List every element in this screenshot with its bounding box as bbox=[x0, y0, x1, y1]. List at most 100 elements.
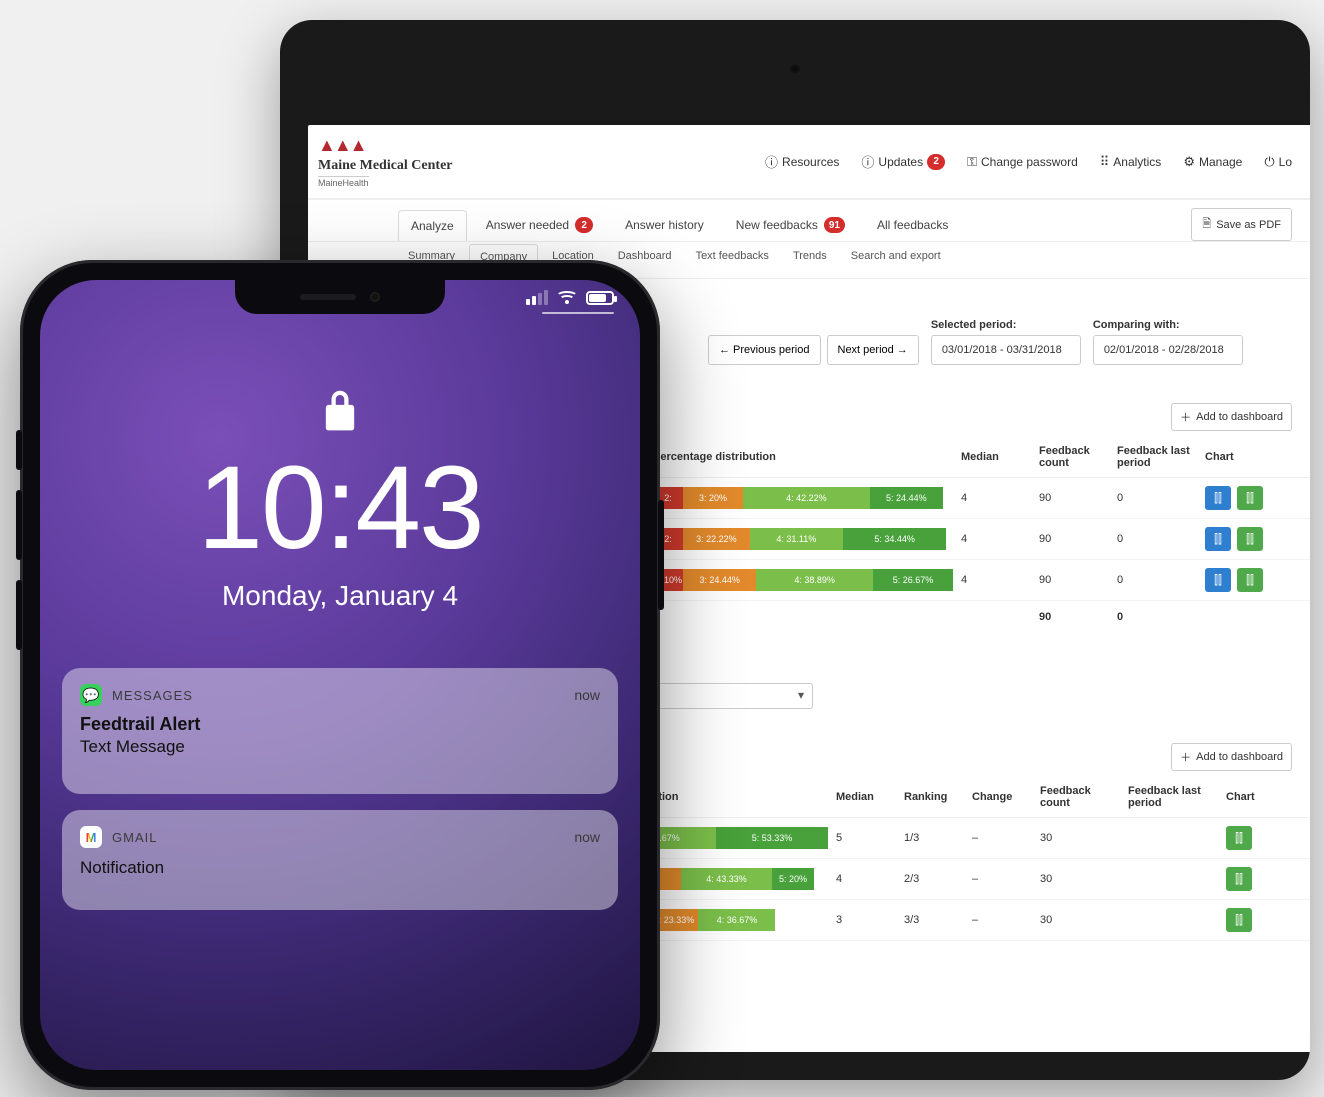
cell-change: – bbox=[972, 873, 1032, 885]
nav-updates-label: Updates bbox=[878, 155, 923, 169]
nav-manage-label: Manage bbox=[1199, 155, 1242, 169]
distribution-bar: 2:3: 22.22%4: 31.11%5: 34.44% bbox=[653, 528, 953, 550]
selected-period-label: Selected period: bbox=[931, 319, 1081, 331]
subtab-trends[interactable]: Trends bbox=[783, 244, 837, 270]
notification-app-name: GMAIL bbox=[112, 830, 157, 845]
period-nav: ← Previous period Next period → bbox=[708, 335, 919, 365]
new-feedbacks-badge: 91 bbox=[824, 217, 845, 233]
gear-icon: ⚙ bbox=[1183, 154, 1195, 170]
cell-feedback-last: 0 bbox=[1117, 574, 1197, 586]
cell-feedback-count: 90 bbox=[1039, 492, 1109, 504]
distribution-bar: 2: 10%3: 24.44%4: 38.89%5: 26.67% bbox=[653, 569, 953, 591]
cell-median: 3 bbox=[836, 914, 896, 926]
notification-body: Notification bbox=[80, 858, 600, 878]
view-chart-button[interactable]: ⫿⫿ bbox=[1237, 568, 1263, 592]
next-period-button[interactable]: Next period → bbox=[827, 335, 919, 365]
cell-feedback-last: 0 bbox=[1117, 533, 1197, 545]
view-chart-button[interactable]: ⫿⫿ bbox=[1226, 908, 1252, 932]
cell-ranking: 1/3 bbox=[904, 832, 964, 844]
view-chart-button[interactable]: ⫿⫿ bbox=[1237, 527, 1263, 551]
dist-segment: 5: 34.44% bbox=[843, 528, 946, 550]
cell-change: – bbox=[972, 914, 1032, 926]
chart-actions: ⫿⫿⫿⫿ bbox=[1205, 527, 1285, 551]
cell-median: 4 bbox=[961, 492, 1031, 504]
nav-updates[interactable]: ⓘUpdates2 bbox=[861, 152, 945, 171]
nav-logout[interactable]: ⏻Lo bbox=[1264, 154, 1292, 170]
notification-title: Feedtrail Alert bbox=[80, 714, 600, 735]
dist-segment: 4: 38.89% bbox=[756, 569, 873, 591]
chart-actions: ⫿⫿ bbox=[1226, 867, 1286, 891]
nav-analytics-label: Analytics bbox=[1113, 155, 1161, 169]
org-name: Maine Medical Center bbox=[318, 158, 453, 174]
nav-change-password[interactable]: ⚿Change password bbox=[967, 154, 1078, 170]
chart-actions: ⫿⫿ bbox=[1226, 908, 1286, 932]
dist-segment: 5: 24.44% bbox=[870, 487, 943, 509]
key-icon: ⚿ bbox=[967, 154, 977, 170]
tab-new-feedbacks-label: New feedbacks bbox=[736, 218, 818, 232]
compare-period-value[interactable]: 02/01/2018 - 02/28/2018 bbox=[1093, 335, 1243, 365]
tablet-camera bbox=[788, 62, 802, 76]
tab-analyze[interactable]: Analyze bbox=[398, 210, 467, 241]
cell-median: 4 bbox=[961, 574, 1031, 586]
notification-messages[interactable]: 💬 MESSAGES now Feedtrail Alert Text Mess… bbox=[62, 668, 618, 794]
dist-segment: 4: 31.11% bbox=[750, 528, 843, 550]
subtab-search-export[interactable]: Search and export bbox=[841, 244, 951, 270]
view-chart-button[interactable]: ⫿⫿ bbox=[1226, 867, 1252, 891]
gmail-app-icon: M bbox=[80, 826, 102, 848]
lockscreen-date: Monday, January 4 bbox=[40, 580, 640, 612]
nav-resources-label: Resources bbox=[782, 155, 839, 169]
org-subtitle: MaineHealth bbox=[318, 176, 369, 188]
chart-actions: ⫿⫿⫿⫿ bbox=[1205, 486, 1285, 510]
nav-analytics[interactable]: ⠿Analytics bbox=[1100, 154, 1162, 170]
cell-feedback-count: 30 bbox=[1040, 832, 1120, 844]
nav-manage[interactable]: ⚙ Manage bbox=[1183, 154, 1242, 170]
dist-segment: 4: 42.22% bbox=[743, 487, 870, 509]
dist-segment: 3: 20% bbox=[683, 487, 743, 509]
primary-tabs: Analyze Answer needed 2 Answer history N… bbox=[308, 200, 1310, 242]
compare-chart-button[interactable]: ⫿⫿ bbox=[1205, 568, 1231, 592]
status-bar bbox=[526, 290, 614, 305]
add-to-dashboard-button-2[interactable]: ＋Add to dashboard bbox=[1171, 743, 1292, 771]
wifi-icon bbox=[558, 291, 576, 305]
answer-needed-badge: 2 bbox=[575, 217, 593, 233]
dist-segment: 5: 53.33% bbox=[716, 827, 828, 849]
notification-time: now bbox=[574, 687, 600, 703]
cellular-icon bbox=[526, 290, 548, 305]
filter-select[interactable] bbox=[653, 683, 813, 709]
tab-new-feedbacks[interactable]: New feedbacks 91 bbox=[723, 208, 858, 241]
logo-mark-icon: ▲▲▲ bbox=[318, 135, 365, 156]
add-to-dashboard-label: Add to dashboard bbox=[1196, 411, 1283, 423]
chart-actions: ⫿⫿⫿⫿ bbox=[1205, 568, 1285, 592]
distribution-bar: 2:3: 20%4: 42.22%5: 24.44% bbox=[653, 487, 953, 509]
updates-badge: 2 bbox=[927, 154, 945, 170]
col-feedback-last: Feedback last period bbox=[1117, 445, 1197, 469]
tab-all-feedbacks[interactable]: All feedbacks bbox=[864, 209, 961, 240]
compare-chart-button[interactable]: ⫿⫿ bbox=[1205, 486, 1231, 510]
view-chart-button[interactable]: ⫿⫿ bbox=[1237, 486, 1263, 510]
selected-period-value[interactable]: 03/01/2018 - 03/31/2018 bbox=[931, 335, 1081, 365]
phone-mute-switch bbox=[16, 430, 22, 470]
col-distribution: Percentage distribution bbox=[653, 451, 953, 463]
subtab-text-feedbacks[interactable]: Text feedbacks bbox=[686, 244, 779, 270]
dist-segment: 3: 22.22% bbox=[683, 528, 750, 550]
tab-answer-history[interactable]: Answer history bbox=[612, 209, 717, 240]
dist-segment: 3: 24.44% bbox=[683, 569, 756, 591]
plus-icon: ＋ bbox=[1180, 749, 1191, 765]
front-camera bbox=[370, 292, 380, 302]
cell-change: – bbox=[972, 832, 1032, 844]
cell-median: 4 bbox=[961, 533, 1031, 545]
add-to-dashboard-button[interactable]: ＋Add to dashboard bbox=[1171, 403, 1292, 431]
selected-period: Selected period: 03/01/2018 - 03/31/2018 bbox=[931, 319, 1081, 365]
col-chart: Chart bbox=[1205, 451, 1285, 463]
view-chart-button[interactable]: ⫿⫿ bbox=[1226, 826, 1252, 850]
pdf-icon: 🗎 bbox=[1202, 215, 1211, 234]
compare-chart-button[interactable]: ⫿⫿ bbox=[1205, 527, 1231, 551]
tab-answer-needed[interactable]: Answer needed 2 bbox=[473, 208, 606, 241]
notification-gmail[interactable]: M GMAIL now Notification bbox=[62, 810, 618, 910]
chart-actions: ⫿⫿ bbox=[1226, 826, 1286, 850]
top-nav: ⓘResources ⓘUpdates2 ⚿Change password ⠿A… bbox=[765, 152, 1292, 171]
save-pdf-label: Save as PDF bbox=[1216, 219, 1281, 231]
nav-resources[interactable]: ⓘResources bbox=[765, 152, 839, 171]
save-as-pdf-button[interactable]: 🗎 Save as PDF bbox=[1191, 208, 1292, 241]
prev-period-button[interactable]: ← Previous period bbox=[708, 335, 821, 365]
